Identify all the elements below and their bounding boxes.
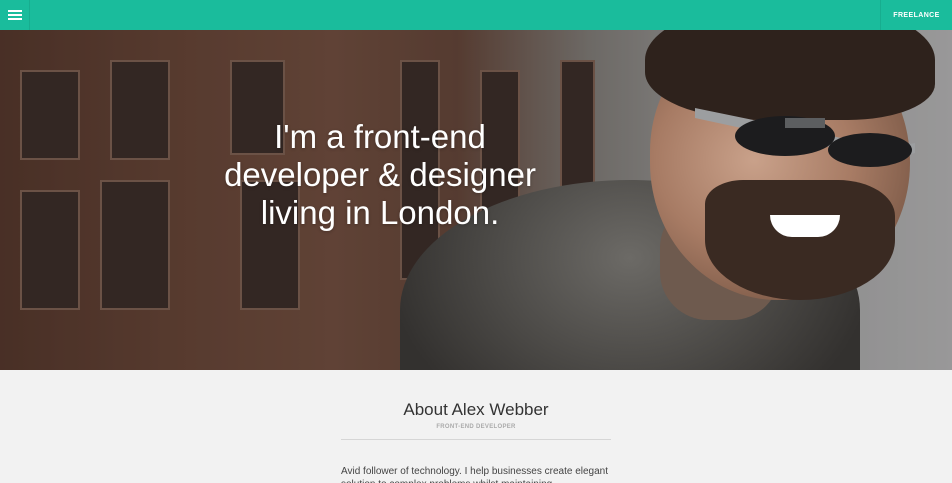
smart-glasses-icon: [695, 108, 915, 167]
about-section: About Alex Webber FRONT-END DEVELOPER Av…: [0, 370, 952, 483]
hero-line-2: developer & designer: [224, 156, 536, 193]
about-text: Avid follower of technology. I help busi…: [341, 466, 609, 483]
freelance-button[interactable]: FREELANCE: [880, 0, 952, 30]
hero-headline: I'm a front-end developer & designer liv…: [180, 118, 580, 232]
smile: [770, 215, 840, 237]
hero-banner: I'm a front-end developer & designer liv…: [0, 30, 952, 370]
menu-line: [7, 14, 22, 16]
beard: [705, 180, 895, 300]
menu-line: [7, 10, 22, 12]
hero-line-3: living in London.: [260, 194, 500, 231]
menu-line: [7, 18, 22, 20]
hamburger-menu-icon[interactable]: [0, 0, 30, 30]
about-title: About Alex Webber: [403, 400, 549, 419]
divider: [341, 439, 611, 440]
top-navigation-bar: FREELANCE: [0, 0, 952, 30]
about-subtitle: FRONT-END DEVELOPER: [436, 424, 516, 430]
hero-line-1: I'm a front-end: [274, 118, 486, 155]
